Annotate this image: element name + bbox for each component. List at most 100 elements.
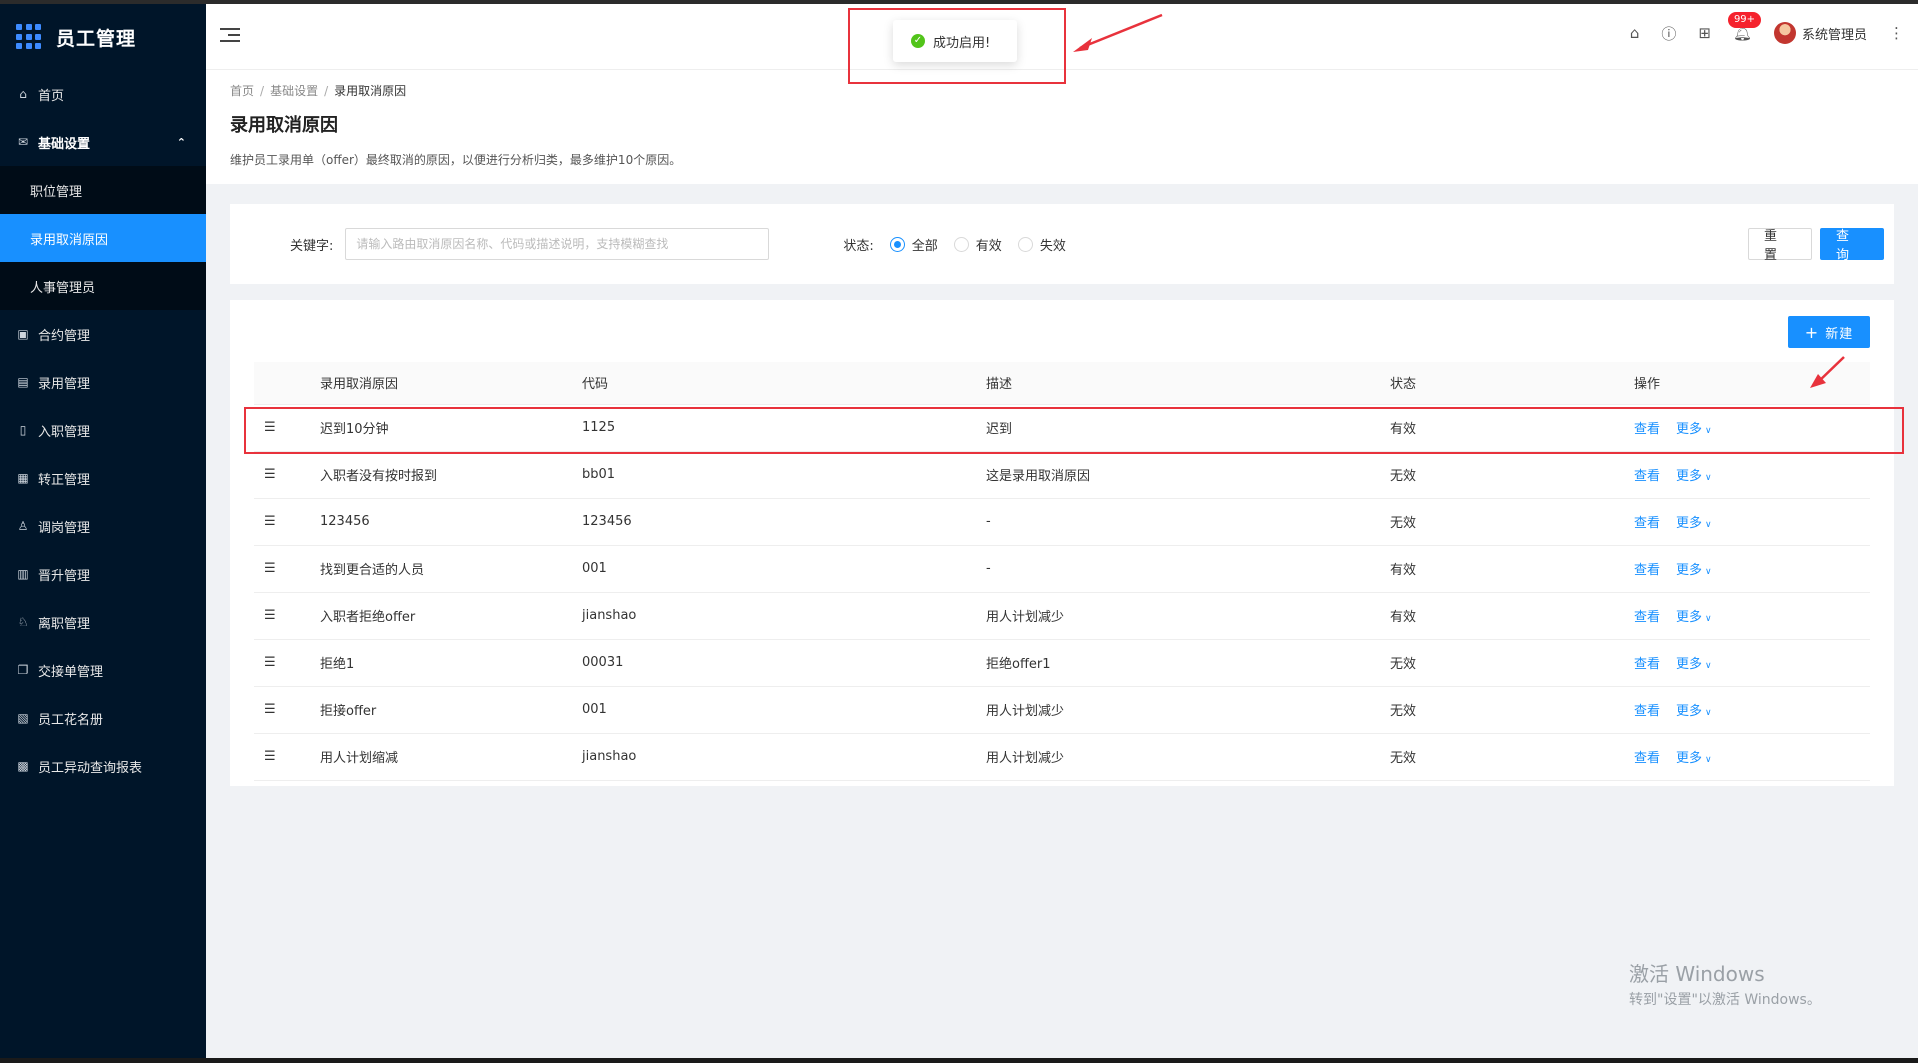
user-icon: ♙	[17, 519, 29, 533]
breadcrumb-settings[interactable]: 基础设置	[270, 84, 318, 98]
drag-handle-icon[interactable]: ☰	[254, 639, 320, 687]
form-icon: ▤	[17, 375, 29, 389]
report-icon: ▩	[17, 759, 29, 773]
new-button-label: 新建	[1825, 326, 1854, 342]
cell-status: 有效	[1390, 545, 1634, 593]
keyword-input[interactable]	[345, 228, 770, 260]
cell-reason: 入职者拒绝offer	[320, 592, 582, 640]
cell-code: 00031	[582, 639, 986, 687]
more-label: 更多	[1676, 563, 1703, 578]
cell-code: jianshao	[582, 592, 986, 640]
help-icon[interactable]: ⓘ	[1661, 23, 1676, 44]
view-link[interactable]: 查看	[1634, 751, 1660, 766]
col-reason: 录用取消原因	[320, 362, 582, 405]
more-dropdown[interactable]: 更多 ∨	[1676, 751, 1712, 766]
cell-desc: 迟到	[986, 404, 1390, 452]
drag-handle-icon[interactable]: ☰	[254, 545, 320, 593]
col-code: 代码	[582, 362, 986, 405]
more-dropdown[interactable]: 更多 ∨	[1676, 516, 1712, 531]
chevron-down-icon: ∨	[1705, 708, 1712, 718]
keyword-label: 关键字:	[290, 238, 334, 254]
submenu-item-0[interactable]: 职位管理	[0, 166, 206, 214]
view-link[interactable]: 查看	[1634, 469, 1660, 484]
drag-handle-icon[interactable]: ☰	[254, 592, 320, 640]
sidebar-item-10[interactable]: ▧ 员工花名册	[0, 694, 206, 742]
sidebar: 员工管理 ⌂ 首页 ✉ 基础设置 ⌃ 职位管理 录用取消原因 人事管理员 ▣ 合约管理 ▤ 录用管理 ▯…	[0, 4, 206, 1063]
status-radio-all[interactable]: 全部	[889, 235, 938, 254]
table-row: ☰ 拒接offer 001 用人计划减少 无效 查看 更多 ∨	[254, 686, 1870, 734]
drag-handle-icon[interactable]: ☰	[254, 404, 320, 452]
drag-handle-icon[interactable]: ☰	[254, 498, 320, 546]
app-title: 员工管理	[56, 27, 137, 50]
more-dropdown[interactable]: 更多 ∨	[1676, 469, 1712, 484]
watermark-subtitle: 转到"设置"以激活 Windows。	[1629, 992, 1821, 1008]
sidebar-item-4[interactable]: ▯ 入职管理	[0, 406, 206, 454]
query-button[interactable]: 查 询	[1820, 228, 1884, 263]
more-dropdown[interactable]: 更多 ∨	[1676, 422, 1712, 437]
drag-handle-icon[interactable]: ☰	[254, 733, 320, 781]
sidebar-item-11[interactable]: ▩ 员工异动查询报表	[0, 742, 206, 790]
view-link[interactable]: 查看	[1634, 516, 1660, 531]
watermark-title: 激活 Windows	[1629, 962, 1765, 986]
user-menu[interactable]: 系统管理员	[1773, 22, 1867, 44]
page-description: 维护员工录用单（offer）最终取消的原因，以便进行分析归类，最多维护10个原因…	[230, 153, 682, 167]
menu-fold-icon[interactable]	[220, 28, 240, 44]
view-link[interactable]: 查看	[1634, 422, 1660, 437]
sidebar-item-3[interactable]: ▤ 录用管理	[0, 358, 206, 406]
drag-handle-icon[interactable]: ☰	[254, 686, 320, 734]
reset-button[interactable]: 重 置	[1748, 228, 1812, 263]
view-link[interactable]: 查看	[1634, 563, 1660, 578]
app-logo[interactable]: 员工管理	[0, 4, 206, 70]
more-dropdown[interactable]: 更多 ∨	[1676, 704, 1712, 719]
sidebar-item-label: 转正管理	[38, 472, 91, 488]
cell-desc: 用人计划减少	[986, 686, 1390, 734]
home-icon: ⌂	[19, 87, 27, 101]
apps-grid-icon	[16, 24, 42, 50]
new-button[interactable]: + 新建	[1788, 316, 1870, 348]
page-header: 首页 / 基础设置 / 录用取消原因 录用取消原因 维护员工录用单（offer）最终取消…	[206, 70, 1918, 184]
radio-circle-icon	[1017, 236, 1033, 252]
sidebar-item-9[interactable]: ❐ 交接单管理	[0, 646, 206, 694]
more-label: 更多	[1676, 610, 1703, 625]
cell-desc: 用人计划减少	[986, 592, 1390, 640]
sidebar-item-label: 调岗管理	[38, 520, 91, 536]
breadcrumb-home[interactable]: 首页	[230, 84, 254, 98]
drag-handle-icon[interactable]: ☰	[254, 451, 320, 499]
more-dropdown[interactable]: 更多 ∨	[1676, 563, 1712, 578]
view-link[interactable]: 查看	[1634, 610, 1660, 625]
sidebar-item-label: 录用管理	[38, 376, 91, 392]
taskbar-edge	[0, 1058, 1918, 1063]
table-row: ☰ 用人计划缩减 jianshao 用人计划减少 无效 查看 更多 ∨	[254, 733, 1870, 781]
sidebar-item-8[interactable]: ♘ 离职管理	[0, 598, 206, 646]
status-radio-valid[interactable]: 有效	[953, 235, 1002, 254]
view-link[interactable]: 查看	[1634, 704, 1660, 719]
sidebar-item-1[interactable]: ✉ 基础设置 ⌃	[0, 118, 206, 166]
sidebar-item-7[interactable]: ▥ 晋升管理	[0, 550, 206, 598]
view-link[interactable]: 查看	[1634, 657, 1660, 672]
cell-reason: 拒接offer	[320, 686, 582, 734]
submenu-item-2[interactable]: 人事管理员	[0, 262, 206, 310]
avatar	[1773, 22, 1796, 44]
sidebar-item-5[interactable]: ▦ 转正管理	[0, 454, 206, 502]
more-dropdown[interactable]: 更多 ∨	[1676, 657, 1712, 672]
bell-icon[interactable]: 🔔︎ 99+	[1727, 12, 1762, 42]
chevron-down-icon: ∨	[1705, 473, 1712, 483]
sidebar-item-6[interactable]: ♙ 调岗管理	[0, 502, 206, 550]
more-vertical-icon[interactable]: ⋮	[1889, 24, 1904, 42]
more-dropdown[interactable]: 更多 ∨	[1676, 610, 1712, 625]
home-icon[interactable]: ⌂	[1630, 24, 1640, 42]
cell-status: 无效	[1390, 451, 1634, 499]
table-panel: + 新建 录用取消原因 代码 描述 状态 操作 ☰ 迟到10分钟 1125 迟到 有效 查看…	[230, 300, 1894, 786]
submenu: 职位管理 录用取消原因 人事管理员	[0, 166, 206, 310]
submenu-item-1[interactable]: 录用取消原因	[0, 214, 206, 262]
chevron-up-icon: ⌃	[176, 135, 186, 149]
sidebar-item-0[interactable]: ⌂ 首页	[0, 70, 206, 118]
more-label: 更多	[1676, 469, 1703, 484]
cell-actions: 查看 更多 ∨	[1634, 451, 1870, 499]
cell-code: jianshao	[582, 733, 986, 781]
status-radio-invalid[interactable]: 失效	[1017, 235, 1066, 254]
sidebar-item-label: 晋升管理	[38, 568, 91, 584]
clipboard-icon: ▥	[17, 567, 29, 581]
sidebar-item-2[interactable]: ▣ 合约管理	[0, 310, 206, 358]
apps-icon[interactable]: ⊞	[1698, 24, 1711, 42]
